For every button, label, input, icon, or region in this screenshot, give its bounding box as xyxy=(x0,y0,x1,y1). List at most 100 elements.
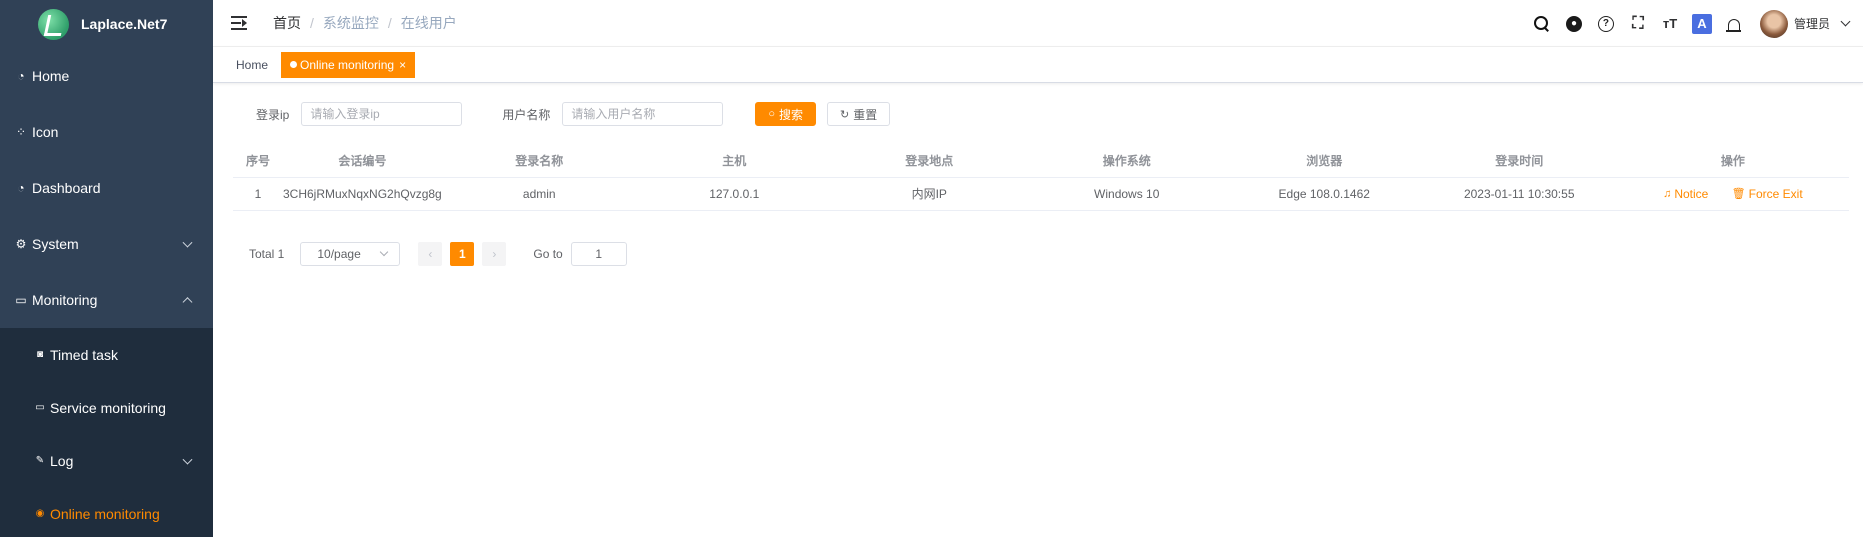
github-button[interactable]: ● xyxy=(1558,8,1590,40)
goto-page-input[interactable] xyxy=(570,241,627,266)
breadcrumb: 首页 / 系统监控 / 在线用户 xyxy=(273,13,457,33)
logo-icon xyxy=(38,8,69,40)
sidebar-item-label: Online monitoring xyxy=(50,505,160,522)
table-header: 序号 会话编号 登录名称 主机 登录地点 操作系统 浏览器 登录时间 操作 xyxy=(233,145,1849,178)
pagination: Total 1 10/page ‹ 1 › Go to xyxy=(233,240,1849,268)
force-exit-label: Force Exit xyxy=(1748,186,1803,201)
chevron-up-icon xyxy=(182,297,193,308)
chevron-down-icon xyxy=(182,237,193,248)
sidebar-item-label: Monitoring xyxy=(32,292,98,308)
grid-icon: ⁘ xyxy=(15,125,27,139)
help-button[interactable]: ? xyxy=(1590,8,1622,40)
app-logo[interactable]: Laplace.Net7 xyxy=(0,0,213,48)
sidebar-item-system[interactable]: ⚙ System xyxy=(0,216,213,272)
ip-input[interactable] xyxy=(301,102,463,126)
column-header: 登录名称 xyxy=(441,145,637,178)
notice-label: Notice xyxy=(1674,187,1709,201)
fullscreen-button[interactable]: ⛶ xyxy=(1622,8,1654,40)
online-users-table: 序号 会话编号 登录名称 主机 登录地点 操作系统 浏览器 登录时间 操作 1 … xyxy=(233,145,1849,211)
page-number[interactable]: 1 xyxy=(450,241,475,266)
translate-icon: A xyxy=(1691,13,1712,34)
dashboard-icon: ◔ xyxy=(17,69,25,83)
menu-toggle-icon[interactable] xyxy=(231,16,247,30)
reset-button-label: 重置 xyxy=(853,107,878,122)
prev-page-button[interactable]: ‹ xyxy=(418,241,443,266)
column-header: 序号 xyxy=(233,145,283,178)
sidebar-item-label: Dashboard xyxy=(32,180,101,196)
sidebar-item-label: Service monitoring xyxy=(50,399,166,416)
column-header: 登录地点 xyxy=(831,145,1027,178)
sidebar-item-label: Home xyxy=(32,68,70,84)
column-header: 会话编号 xyxy=(283,145,442,178)
column-header: 操作系统 xyxy=(1026,145,1227,178)
search-button[interactable] xyxy=(1526,8,1558,40)
sidebar-item-log[interactable]: ✎ Log xyxy=(0,434,213,487)
app-title: Laplace.Net7 xyxy=(81,16,168,32)
cell-login-name: admin xyxy=(441,177,637,211)
fullscreen-icon: ⛶ xyxy=(1632,14,1644,32)
sidebar-item-monitoring[interactable]: ▭ Monitoring xyxy=(0,272,213,328)
sidebar-item-label: Log xyxy=(50,452,74,469)
user-name[interactable]: 管理员 xyxy=(1794,15,1830,32)
sidebar-item-online-monitoring[interactable]: ◉ Online monitoring xyxy=(0,487,213,537)
sidebar-item-timed-task[interactable]: ◙ Timed task xyxy=(0,328,213,381)
username-input[interactable] xyxy=(562,102,724,126)
main-content: 登录ip 用户名称 ○ 搜索 ↻ 重置 序号 会话编号 登录名称 主机 登录地点… xyxy=(233,83,1849,268)
column-header: 登录时间 xyxy=(1421,145,1617,178)
avatar[interactable] xyxy=(1759,9,1788,38)
username-label: 用户名称 xyxy=(502,107,551,122)
search-icon xyxy=(1534,16,1549,31)
edit-icon: ✎ xyxy=(35,455,45,466)
column-header: 浏览器 xyxy=(1226,145,1422,178)
github-icon: ● xyxy=(1565,15,1582,32)
force-exit-button[interactable]: 🗑 Force Exit xyxy=(1732,187,1803,201)
column-header: 主机 xyxy=(636,145,832,178)
goto-label: Go to xyxy=(533,246,563,261)
sidebar-item-icon[interactable]: ⁘ Icon xyxy=(0,104,213,160)
header-tools: ● ? ⛶ тT A 管理员 xyxy=(1526,0,1863,47)
tag-online-monitoring[interactable]: Online monitoring × xyxy=(281,51,416,78)
monitoring-submenu: ◙ Timed task ▭ Service monitoring ✎ Log … xyxy=(0,328,213,537)
chevron-down-icon[interactable] xyxy=(1840,16,1851,26)
search-button[interactable]: ○ 搜索 xyxy=(755,102,817,126)
breadcrumb-item[interactable]: 首页 xyxy=(273,13,301,33)
sidebar-item-dashboard[interactable]: ◔ Dashboard xyxy=(0,160,213,216)
sidebar-item-label: Timed task xyxy=(50,346,118,363)
notice-button[interactable]: ♫ Notice xyxy=(1663,187,1708,201)
close-icon[interactable]: × xyxy=(399,52,406,78)
sidebar-item-service-monitoring[interactable]: ▭ Service monitoring xyxy=(0,381,213,434)
tag-label: Home xyxy=(236,57,269,72)
sidebar: Laplace.Net7 ◔ Home ⁘ Icon ◔ Dashboard ⚙… xyxy=(0,0,213,537)
bell-icon: ♫ xyxy=(1663,188,1672,200)
translate-button[interactable]: A xyxy=(1686,8,1718,40)
page-size-value: 10/page xyxy=(317,246,361,261)
ip-label: 登录ip xyxy=(256,107,290,122)
cell-index: 1 xyxy=(233,177,283,211)
next-page-button[interactable]: › xyxy=(482,241,507,266)
page-size-select[interactable]: 10/page xyxy=(300,241,401,266)
tag-label: Online monitoring xyxy=(300,57,395,72)
dashboard-icon: ◔ xyxy=(17,181,25,195)
font-size-icon: тT xyxy=(1662,16,1678,31)
font-size-button[interactable]: тT xyxy=(1654,8,1686,40)
cell-browser: Edge 108.0.1462 xyxy=(1226,177,1422,211)
sidebar-menu: ◔ Home ⁘ Icon ◔ Dashboard ⚙ System ▭ Mon… xyxy=(0,48,213,328)
cell-login-time: 2023-01-11 10:30:55 xyxy=(1421,177,1617,211)
chevron-down-icon xyxy=(182,454,193,465)
reset-button[interactable]: ↻ 重置 xyxy=(827,102,891,126)
sidebar-item-label: Icon xyxy=(32,124,59,140)
breadcrumb-item: 在线用户 xyxy=(400,15,457,31)
notification-button[interactable] xyxy=(1718,8,1750,40)
sidebar-item-home[interactable]: ◔ Home xyxy=(0,48,213,104)
timer-icon: ◙ xyxy=(36,349,44,360)
sidebar-item-label: System xyxy=(32,236,79,252)
table-row: 1 3CH6jRMuxNqxNG2hQvzg8g admin 127.0.0.1… xyxy=(233,177,1849,211)
tag-home[interactable]: Home xyxy=(233,52,277,78)
cell-location: 内网IP xyxy=(831,177,1027,211)
breadcrumb-separator: / xyxy=(310,15,314,31)
refresh-icon: ↻ xyxy=(840,108,850,121)
breadcrumb-separator: / xyxy=(387,15,392,31)
cell-host: 127.0.0.1 xyxy=(636,177,832,211)
bell-icon xyxy=(1725,18,1741,32)
monitor-icon: ▭ xyxy=(15,293,27,307)
